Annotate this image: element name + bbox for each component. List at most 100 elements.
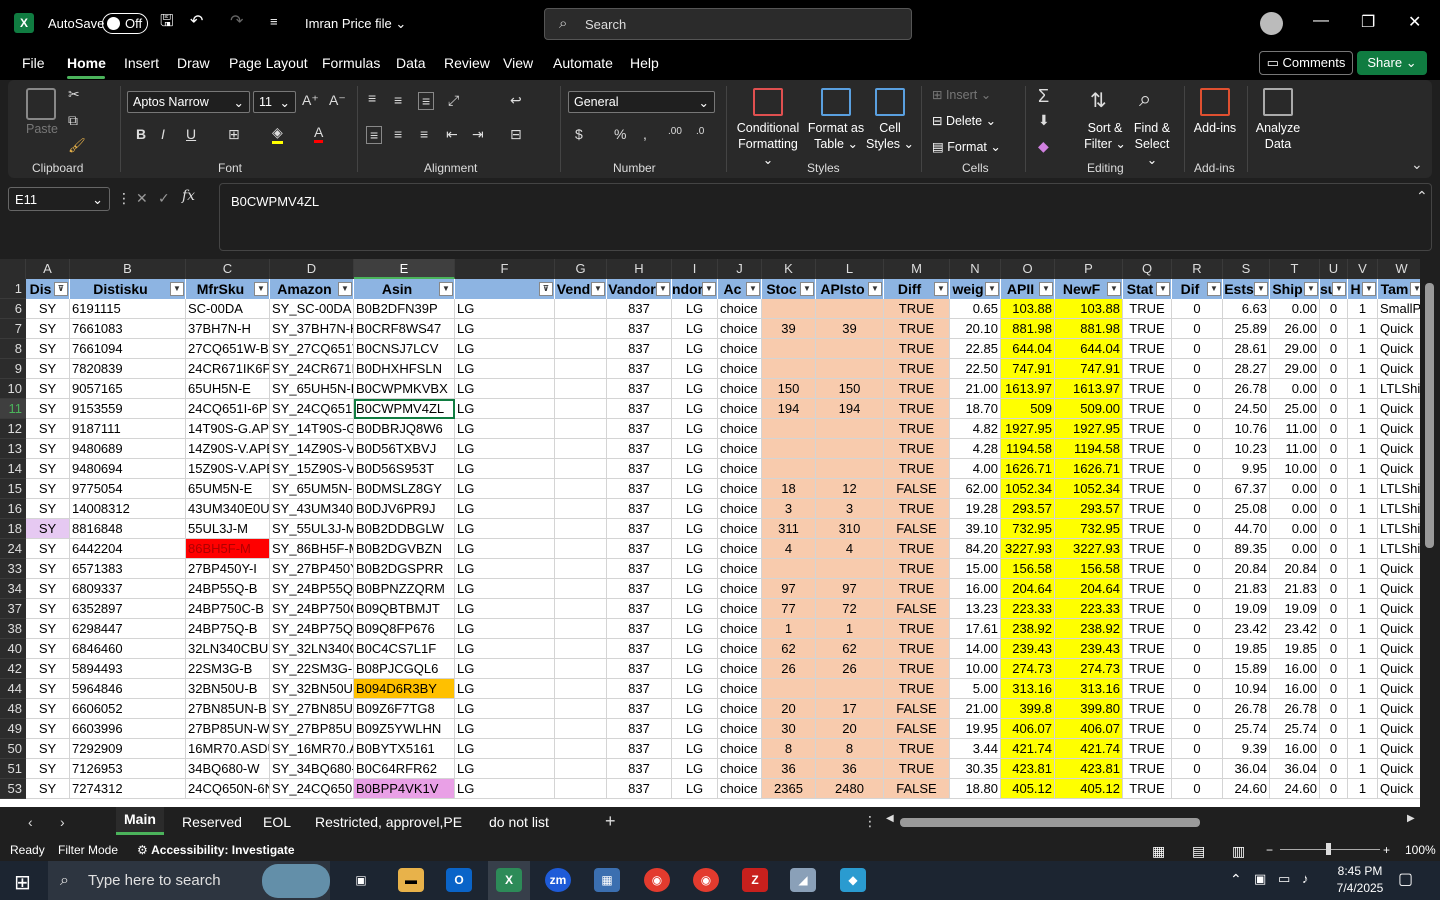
table-cell[interactable]: 24.60 xyxy=(1270,779,1320,799)
table-cell[interactable]: FALSE xyxy=(884,699,950,719)
table-cell[interactable]: 27CQ651W-B xyxy=(186,339,270,359)
table-cell[interactable]: 0 xyxy=(1172,739,1223,759)
page-break-view-icon[interactable]: ▥ xyxy=(1232,843,1245,860)
table-cell[interactable]: LG xyxy=(455,559,555,579)
table-cell[interactable]: LG xyxy=(455,739,555,759)
table-cell[interactable]: 43UM340E0U xyxy=(186,499,270,519)
table-cell[interactable]: 837 xyxy=(607,359,672,379)
table-cell[interactable] xyxy=(555,679,607,699)
table-cell[interactable]: TRUE xyxy=(1123,639,1172,659)
font-size-select[interactable]: 11 ⌄ xyxy=(253,91,296,113)
table-cell[interactable]: 55UL3J-M xyxy=(186,519,270,539)
table-cell[interactable]: TRUE xyxy=(884,319,950,339)
table-cell[interactable]: choice xyxy=(718,419,762,439)
table-cell[interactable]: LG xyxy=(455,759,555,779)
table-cell[interactable]: 32LN340CBU xyxy=(186,639,270,659)
merge-center-icon[interactable]: ⊟ xyxy=(510,126,522,143)
table-cell[interactable]: 0 xyxy=(1172,559,1223,579)
table-cell[interactable]: Quick xyxy=(1378,419,1420,439)
table-cell[interactable]: 1 xyxy=(1348,379,1378,399)
table-cell[interactable]: 23.42 xyxy=(1223,619,1270,639)
table-cell[interactable] xyxy=(555,659,607,679)
table-cell[interactable] xyxy=(762,439,816,459)
table-cell[interactable]: 8 xyxy=(762,739,816,759)
table-cell[interactable] xyxy=(555,699,607,719)
table-cell[interactable]: 6571383 xyxy=(70,559,186,579)
table-cell[interactable]: 238.92 xyxy=(1001,619,1055,639)
table-cell[interactable]: 20.84 xyxy=(1270,559,1320,579)
table-cell[interactable]: 19.09 xyxy=(1223,599,1270,619)
table-cell[interactable]: 14T90S-G.AP xyxy=(186,419,270,439)
filter-dropdown-icon[interactable]: ▼ xyxy=(1254,282,1268,296)
table-cell[interactable]: 65UH5N-E xyxy=(186,379,270,399)
table-cell[interactable]: 10.00 xyxy=(1270,459,1320,479)
table-cell[interactable]: 27BN85UN-B xyxy=(186,699,270,719)
table-cell[interactable]: 25.08 xyxy=(1223,499,1270,519)
table-cell[interactable]: 1 xyxy=(1348,599,1378,619)
table-cell[interactable]: SY xyxy=(26,579,70,599)
table-cell[interactable]: B0CWPMKVBX xyxy=(354,379,455,399)
table-cell[interactable]: choice xyxy=(718,519,762,539)
table-cell[interactable] xyxy=(762,679,816,699)
table-cell[interactable]: 36.04 xyxy=(1270,759,1320,779)
table-cell[interactable]: SY xyxy=(26,519,70,539)
table-cell[interactable]: 7661083 xyxy=(70,319,186,339)
table-cell[interactable]: TRUE xyxy=(884,419,950,439)
filter-dropdown-icon[interactable]: ▼ xyxy=(170,282,184,296)
row-header[interactable]: 42 xyxy=(0,659,26,679)
filter-dropdown-icon[interactable]: ▼ xyxy=(1039,282,1053,296)
row-header[interactable]: 13 xyxy=(0,439,26,459)
table-cell[interactable]: LG xyxy=(672,699,718,719)
table-cell[interactable]: 2480 xyxy=(816,779,884,799)
table-cell[interactable]: SY_24CR671IK xyxy=(270,359,354,379)
column-header-r[interactable]: R xyxy=(1172,259,1223,279)
vertical-scroll-thumb[interactable] xyxy=(1425,283,1434,548)
table-cell[interactable]: LG xyxy=(455,519,555,539)
table-cell[interactable]: 21.00 xyxy=(950,699,1001,719)
table-cell[interactable]: 15Z90S-V.APE xyxy=(186,459,270,479)
table-cell[interactable]: TRUE xyxy=(1123,579,1172,599)
table-cell[interactable]: 837 xyxy=(607,699,672,719)
table-cell[interactable]: 6606052 xyxy=(70,699,186,719)
tab-data[interactable]: Data xyxy=(396,55,426,71)
search-box[interactable]: ⌕ Search xyxy=(544,8,912,40)
table-cell[interactable]: 0.00 xyxy=(1270,379,1320,399)
filter-dropdown-icon[interactable]: ▼ xyxy=(439,282,453,296)
table-cell[interactable]: 0 xyxy=(1172,699,1223,719)
table-cell[interactable]: 0.00 xyxy=(1270,299,1320,319)
table-cell[interactable]: SY_24BP750C- xyxy=(270,599,354,619)
table-cell[interactable]: TRUE xyxy=(884,359,950,379)
table-cell[interactable]: 194 xyxy=(762,399,816,419)
table-cell[interactable]: 20.84 xyxy=(1223,559,1270,579)
undo-icon[interactable]: ↶ xyxy=(190,14,203,30)
table-cell[interactable]: TRUE xyxy=(1123,619,1172,639)
table-cell[interactable]: 837 xyxy=(607,479,672,499)
table-cell[interactable]: 6809337 xyxy=(70,579,186,599)
filter-dropdown-icon[interactable]: ▼ xyxy=(1156,282,1170,296)
table-cell[interactable]: LG xyxy=(455,419,555,439)
table-cell[interactable]: 29.00 xyxy=(1270,339,1320,359)
table-cell[interactable]: LG xyxy=(455,619,555,639)
table-cell[interactable]: LG xyxy=(672,659,718,679)
table-cell[interactable]: SY_15Z90S-V. xyxy=(270,459,354,479)
table-cell[interactable]: LG xyxy=(672,759,718,779)
table-cell[interactable]: 19.95 xyxy=(950,719,1001,739)
table-cell[interactable]: 36 xyxy=(816,759,884,779)
table-cell[interactable]: TRUE xyxy=(1123,539,1172,559)
table-cell[interactable]: 22SM3G-B xyxy=(186,659,270,679)
table-cell[interactable]: 223.33 xyxy=(1055,599,1123,619)
table-cell[interactable]: TRUE xyxy=(884,739,950,759)
table-cell[interactable]: SY xyxy=(26,739,70,759)
tab-formulas[interactable]: Formulas xyxy=(322,55,380,71)
table-cell[interactable]: 837 xyxy=(607,339,672,359)
table-cell[interactable]: 837 xyxy=(607,559,672,579)
table-cell[interactable]: 1 xyxy=(1348,499,1378,519)
table-cell[interactable] xyxy=(555,719,607,739)
table-cell[interactable]: TRUE xyxy=(884,659,950,679)
table-cell[interactable]: 313.16 xyxy=(1001,679,1055,699)
table-cell[interactable]: 25.89 xyxy=(1223,319,1270,339)
table-cell[interactable]: 0 xyxy=(1172,759,1223,779)
table-cell[interactable]: LG xyxy=(672,439,718,459)
table-cell[interactable]: 19.85 xyxy=(1270,639,1320,659)
table-cell[interactable]: LG xyxy=(672,339,718,359)
